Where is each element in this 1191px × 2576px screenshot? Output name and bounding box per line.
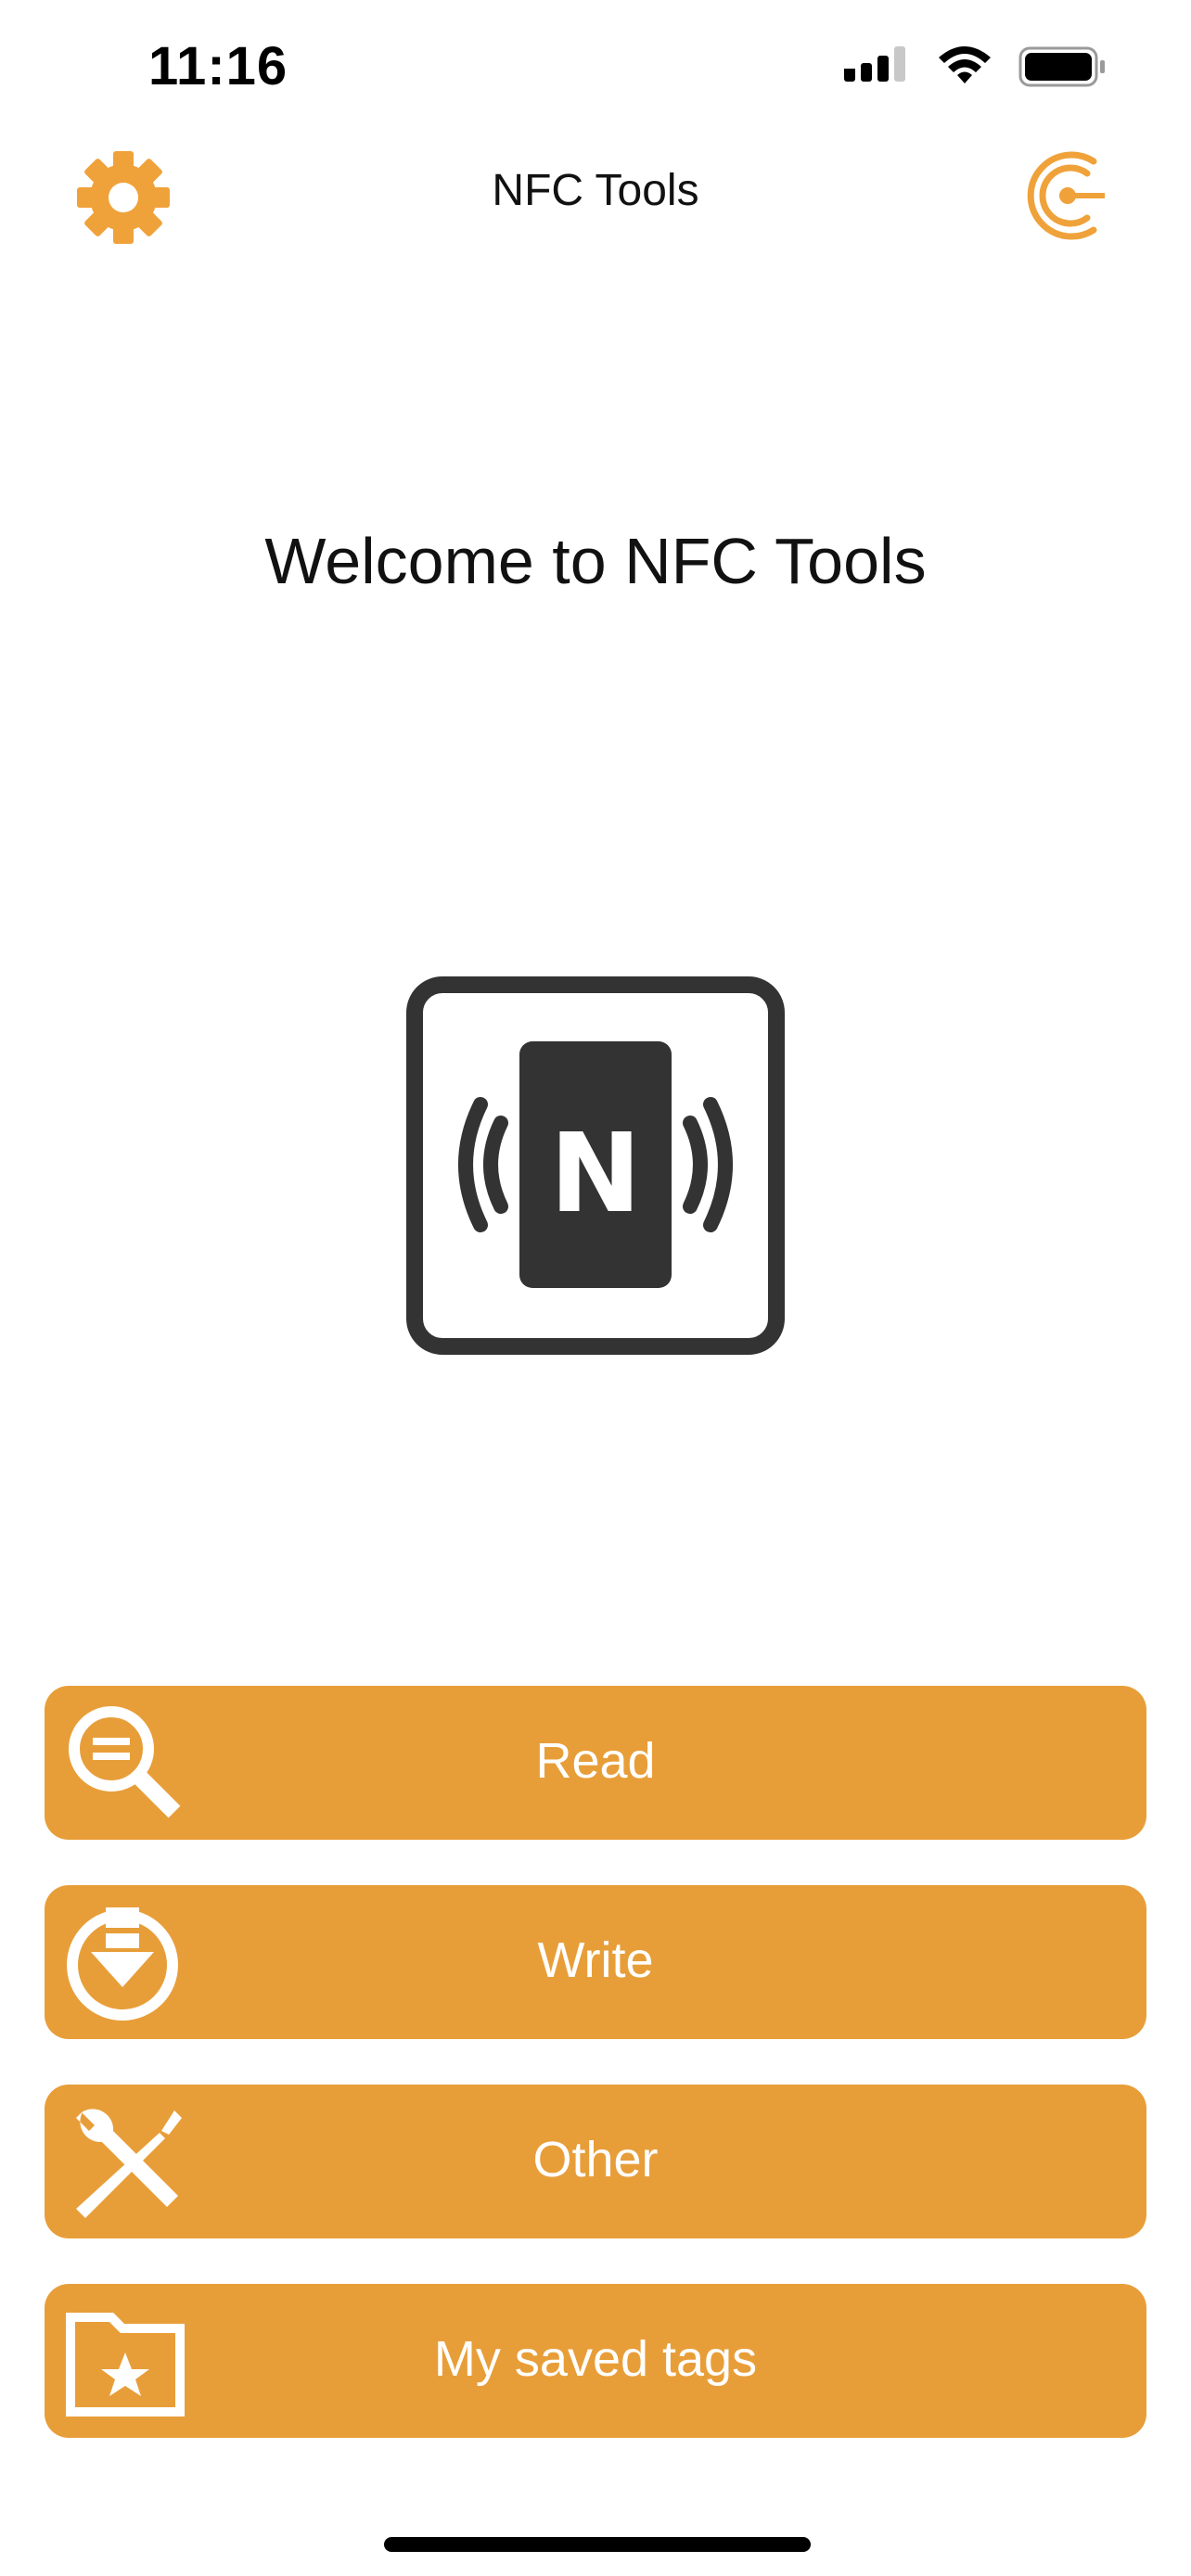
- status-time: 11:16: [148, 36, 288, 96]
- my-saved-tags-button[interactable]: My saved tags: [45, 2284, 1146, 2438]
- write-label: Write: [537, 1932, 654, 1988]
- welcome-heading: Welcome to NFC Tools: [264, 525, 927, 597]
- coins-button[interactable]: [1015, 143, 1117, 249]
- read-button[interactable]: Read: [45, 1686, 1146, 1840]
- nav-title: NFC Tools: [492, 166, 699, 215]
- action-list: Read Write Other My saved tags: [45, 1686, 1146, 2483]
- nav-bar: NFC Tools: [0, 139, 1191, 250]
- coin-icon: [1027, 151, 1105, 240]
- other-button[interactable]: Other: [45, 2085, 1146, 2238]
- battery-icon: [1018, 46, 1105, 87]
- cellular-signal-icon: [844, 46, 905, 82]
- other-label: Other: [532, 2132, 659, 2187]
- write-button[interactable]: Write: [45, 1885, 1146, 2039]
- status-icons: [844, 46, 1108, 87]
- status-bar: 11:16: [0, 0, 1191, 139]
- home-indicator[interactable]: [384, 2537, 811, 2552]
- wifi-icon: [939, 46, 991, 83]
- nfc-logo-icon: N: [406, 976, 785, 1355]
- nfc-logo: N: [406, 976, 785, 1355]
- svg-text:N: N: [550, 1109, 642, 1237]
- my-saved-tags-label: My saved tags: [433, 2331, 758, 2387]
- read-label: Read: [535, 1733, 656, 1789]
